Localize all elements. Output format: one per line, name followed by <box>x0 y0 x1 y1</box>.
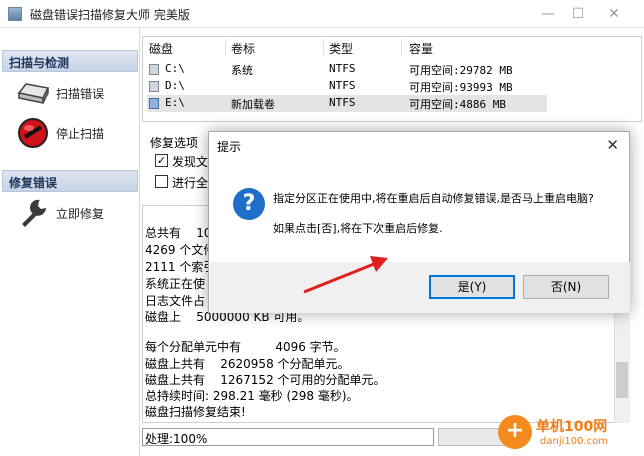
progress-status: 处理:100% <box>142 428 434 446</box>
repair-options-title: 修复选项 <box>150 136 199 150</box>
log-scrollbar-thumb[interactable] <box>616 362 628 398</box>
drive-row-e[interactable]: E:\ 新加载卷 NTFS 可用空间:4886 MB <box>147 95 547 112</box>
dialog-close-icon[interactable]: ✕ <box>606 136 619 154</box>
drive-row-d[interactable]: D:\ NTFS 可用空间:93993 MB <box>147 78 644 95</box>
watermark-site-name: 单机100网 <box>536 419 608 435</box>
left-panel: 扫描与检测 扫描错误 停止扫描 修复错误 立即修复 <box>0 28 140 456</box>
log-line: 每个分配单元中有 4096 字节。 <box>145 340 346 354</box>
log-line: 磁盘上共有 1267152 个可用的分配单元。 <box>145 373 386 387</box>
confirm-dialog: 提示 ✕ ? 指定分区正在使用中,将在重启后自动修复错误,是否马上重启电脑? 如… <box>208 131 630 313</box>
option1-checkbox[interactable]: ✓ <box>155 154 168 167</box>
watermark-logo-icon: + <box>498 415 532 449</box>
log-line: 总共有 10 <box>145 226 212 240</box>
dialog-message: 指定分区正在使用中,将在重启后自动修复错误,是否马上重启电脑? <box>273 192 594 205</box>
wrench-icon <box>22 199 46 227</box>
log-line: 磁盘扫描修复结束! <box>145 405 246 419</box>
yes-button[interactable]: 是(Y) <box>429 275 515 299</box>
dialog-title: 提示 <box>217 140 242 154</box>
maximize-button[interactable]: ☐ <box>570 6 586 22</box>
drive-icon <box>149 98 159 109</box>
title-bar: 磁盘错误扫描修复大师 完美版 — ☐ ✕ <box>0 0 644 28</box>
dialog-note: 如果点击[否],将在下次重启后修复. <box>273 222 443 235</box>
drive-icon <box>149 64 159 75</box>
stop-icon <box>18 118 48 148</box>
minimize-button[interactable]: — <box>540 6 556 22</box>
drive-list[interactable]: 磁盘 卷标 类型 容量 C:\ 系统 NTFS 可用空间:29782 MB D:… <box>142 36 642 122</box>
app-icon <box>8 7 22 21</box>
stop-scan-button[interactable]: 停止扫描 <box>10 116 134 150</box>
option1-label: 发现文 <box>172 155 209 169</box>
scan-group-header: 扫描与检测 <box>2 50 138 72</box>
log-line: 总持续时间: 298.21 毫秒 (298 毫秒)。 <box>145 389 359 403</box>
hard-disk-icon <box>17 83 50 104</box>
window-title: 磁盘错误扫描修复大师 完美版 <box>30 8 190 22</box>
log-line: 4269 个文件 <box>145 243 216 257</box>
scan-errors-button[interactable]: 扫描错误 <box>10 76 134 110</box>
column-header-type[interactable]: 类型 <box>329 40 353 57</box>
log-line: 日志文件占 <box>145 294 206 308</box>
repair-now-label: 立即修复 <box>56 207 105 221</box>
drive-icon <box>149 81 159 92</box>
stop-scan-label: 停止扫描 <box>56 127 105 141</box>
log-line: 2111 个索引 <box>145 260 216 274</box>
drive-row-c[interactable]: C:\ 系统 NTFS 可用空间:29782 MB <box>147 61 644 78</box>
annotation-arrow-icon <box>303 256 388 294</box>
close-button[interactable]: ✕ <box>606 6 622 22</box>
question-icon: ? <box>233 188 265 220</box>
option2-label: 进行全 <box>172 176 209 190</box>
option2-checkbox[interactable] <box>155 175 168 188</box>
repair-group-header: 修复错误 <box>2 170 138 192</box>
log-line: 磁盘上共有 2620958 个分配单元。 <box>145 357 350 371</box>
scan-errors-label: 扫描错误 <box>56 87 105 101</box>
column-header-label[interactable]: 卷标 <box>231 40 255 57</box>
log-line: 系统正在使 <box>145 277 206 291</box>
watermark-site-url: danji100.com <box>540 436 608 447</box>
repair-now-button[interactable]: 立即修复 <box>10 196 134 230</box>
column-header-capacity[interactable]: 容量 <box>409 40 433 57</box>
column-header-disk[interactable]: 磁盘 <box>149 40 173 57</box>
no-button[interactable]: 否(N) <box>523 275 609 299</box>
